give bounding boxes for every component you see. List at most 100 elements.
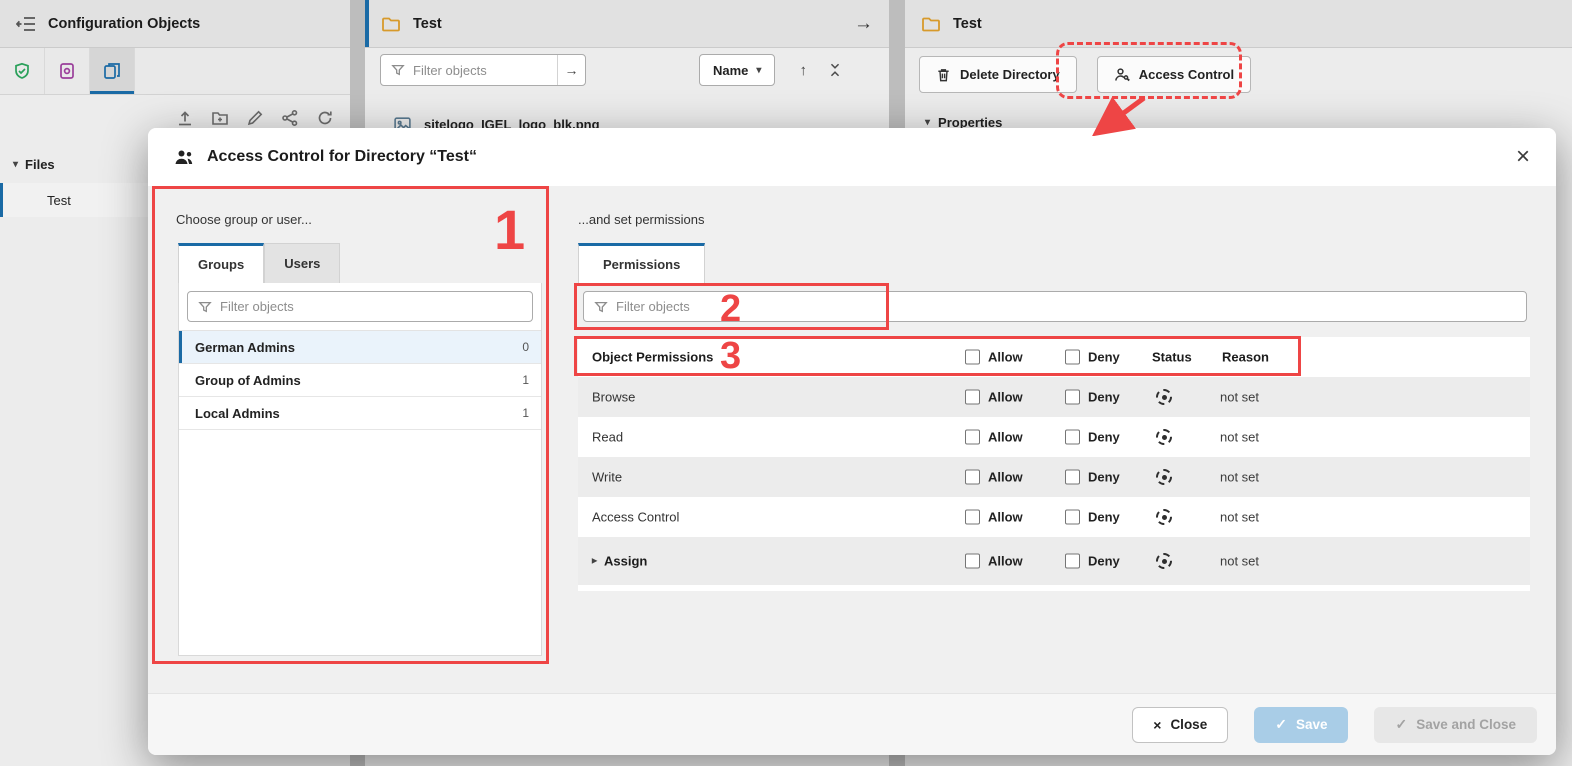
permissions-filter [583, 291, 1527, 322]
access-control-button[interactable]: Access Control [1097, 56, 1251, 93]
open-directory-arrow-icon[interactable]: → [854, 13, 873, 35]
share-icon[interactable] [281, 109, 299, 127]
deny-checkbox[interactable] [1065, 510, 1080, 525]
check-icon: ✓ [1275, 716, 1287, 733]
deny-label: Deny [1088, 430, 1120, 445]
header-status: Status [1152, 350, 1192, 365]
allow-checkbox[interactable] [965, 470, 980, 485]
permission-row-browse: Browse Allow Deny not set [578, 377, 1530, 417]
access-control-dialog: Access Control for Directory “Test“ × Ch… [148, 128, 1556, 755]
allow-label: Allow [988, 390, 1023, 405]
header-allow-label: Allow [988, 350, 1023, 365]
group-list-panel: German Admins 0 Group of Admins 1 Local … [178, 283, 542, 656]
tab-permissions[interactable]: Permissions [578, 243, 705, 283]
deny-label: Deny [1088, 390, 1120, 405]
folder-icon [381, 14, 401, 34]
trash-icon [936, 67, 951, 83]
group-row[interactable]: Group of Admins 1 [179, 364, 541, 397]
deny-checkbox[interactable] [1065, 390, 1080, 405]
allow-checkbox[interactable] [965, 390, 980, 405]
check-icon: ✓ [1395, 716, 1407, 733]
permission-name: Assign [604, 554, 647, 569]
filter-funnel-icon [391, 63, 405, 77]
filter-funnel-icon [198, 300, 212, 314]
chooser-tabs: Groups Users [178, 243, 340, 283]
close-button[interactable]: × Close [1132, 707, 1228, 743]
tab-profiles[interactable] [0, 48, 45, 94]
group-list: German Admins 0 Group of Admins 1 Local … [179, 330, 541, 430]
permissions-table-header: Object Permissions Allow Deny Status Rea… [578, 337, 1530, 377]
save-and-close-button[interactable]: ✓ Save and Close [1374, 707, 1537, 743]
status-not-set-icon [1156, 509, 1172, 525]
permission-row-assign[interactable]: ▸ Assign Allow Deny not set [578, 537, 1530, 585]
tab-apps[interactable] [45, 48, 90, 94]
allow-checkbox[interactable] [965, 510, 980, 525]
group-row[interactable]: Local Admins 1 [179, 397, 541, 430]
group-row[interactable]: German Admins 0 [179, 331, 541, 364]
upload-icon[interactable] [176, 109, 194, 127]
deny-checkbox[interactable] [1065, 554, 1080, 569]
header-object-permissions: Object Permissions [592, 350, 713, 365]
status-not-set-icon [1156, 389, 1172, 405]
header-deny-label: Deny [1088, 350, 1120, 365]
object-type-tabs [0, 48, 350, 95]
permission-name: Write [592, 470, 622, 485]
group-name: Group of Admins [195, 373, 301, 388]
permission-reason: not set [1220, 510, 1259, 525]
sort-by-button[interactable]: Name ▾ [699, 54, 775, 86]
permission-reason: not set [1220, 430, 1259, 445]
status-not-set-icon [1156, 469, 1172, 485]
mid-toolbar: → Name ▾ ↑ [365, 48, 889, 92]
mid-panel-title: Test [413, 16, 442, 32]
filter-funnel-icon [594, 300, 608, 314]
deny-label: Deny [1088, 510, 1120, 525]
filter-submit-button[interactable]: → [557, 55, 585, 85]
selection-accent-bar [365, 0, 369, 47]
edit-icon[interactable] [246, 109, 264, 127]
left-panel-title: Configuration Objects [48, 16, 200, 32]
permissions-tabs: Permissions [578, 243, 705, 283]
deny-checkbox[interactable] [1065, 430, 1080, 445]
permissions-filter-input[interactable] [616, 299, 1526, 314]
chevron-down-icon: ▾ [925, 117, 930, 128]
new-folder-icon[interactable] [211, 109, 229, 127]
status-not-set-icon [1156, 553, 1172, 569]
deny-label: Deny [1088, 470, 1120, 485]
permission-reason: not set [1220, 470, 1259, 485]
header-deny-checkbox[interactable] [1065, 350, 1080, 365]
sidebar-toggle-icon[interactable] [16, 16, 36, 32]
group-count: 0 [522, 340, 529, 354]
close-icon[interactable]: × [1516, 145, 1530, 169]
allow-checkbox[interactable] [965, 430, 980, 445]
permission-row-write: Write Allow Deny not set [578, 457, 1530, 497]
status-not-set-icon [1156, 429, 1172, 445]
chooser-heading: Choose group or user... [176, 212, 312, 227]
permission-row-access-control: Access Control Allow Deny not set [578, 497, 1530, 537]
files-section-label: Files [25, 157, 55, 172]
collapse-all-icon[interactable] [827, 62, 843, 78]
tab-users[interactable]: Users [264, 243, 340, 283]
person-key-icon [1114, 67, 1130, 83]
allow-checkbox[interactable] [965, 554, 980, 569]
mid-panel-header: Test → [365, 0, 889, 48]
tab-files[interactable] [90, 48, 135, 94]
left-panel-header: Configuration Objects [0, 0, 350, 48]
dialog-footer: × Close ✓ Save ✓ Save and Close [148, 693, 1556, 755]
refresh-icon[interactable] [316, 109, 334, 127]
dialog-title: Access Control for Directory “Test“ [207, 148, 477, 166]
group-filter-input[interactable] [220, 299, 532, 314]
group-icon [174, 148, 194, 167]
delete-directory-button[interactable]: Delete Directory [919, 56, 1077, 93]
dialog-body: Choose group or user... Groups Users Ger… [148, 186, 1556, 693]
header-allow-checkbox[interactable] [965, 350, 980, 365]
group-name: German Admins [195, 340, 295, 355]
permission-name: Access Control [592, 510, 679, 525]
sort-direction-icon[interactable]: ↑ [799, 62, 807, 79]
deny-checkbox[interactable] [1065, 470, 1080, 485]
close-icon: × [1153, 717, 1161, 733]
save-button[interactable]: ✓ Save [1254, 707, 1348, 743]
group-filter [187, 291, 533, 322]
tab-groups[interactable]: Groups [178, 243, 264, 283]
chevron-right-icon: ▸ [592, 556, 597, 567]
mid-filter-input[interactable] [413, 63, 549, 78]
